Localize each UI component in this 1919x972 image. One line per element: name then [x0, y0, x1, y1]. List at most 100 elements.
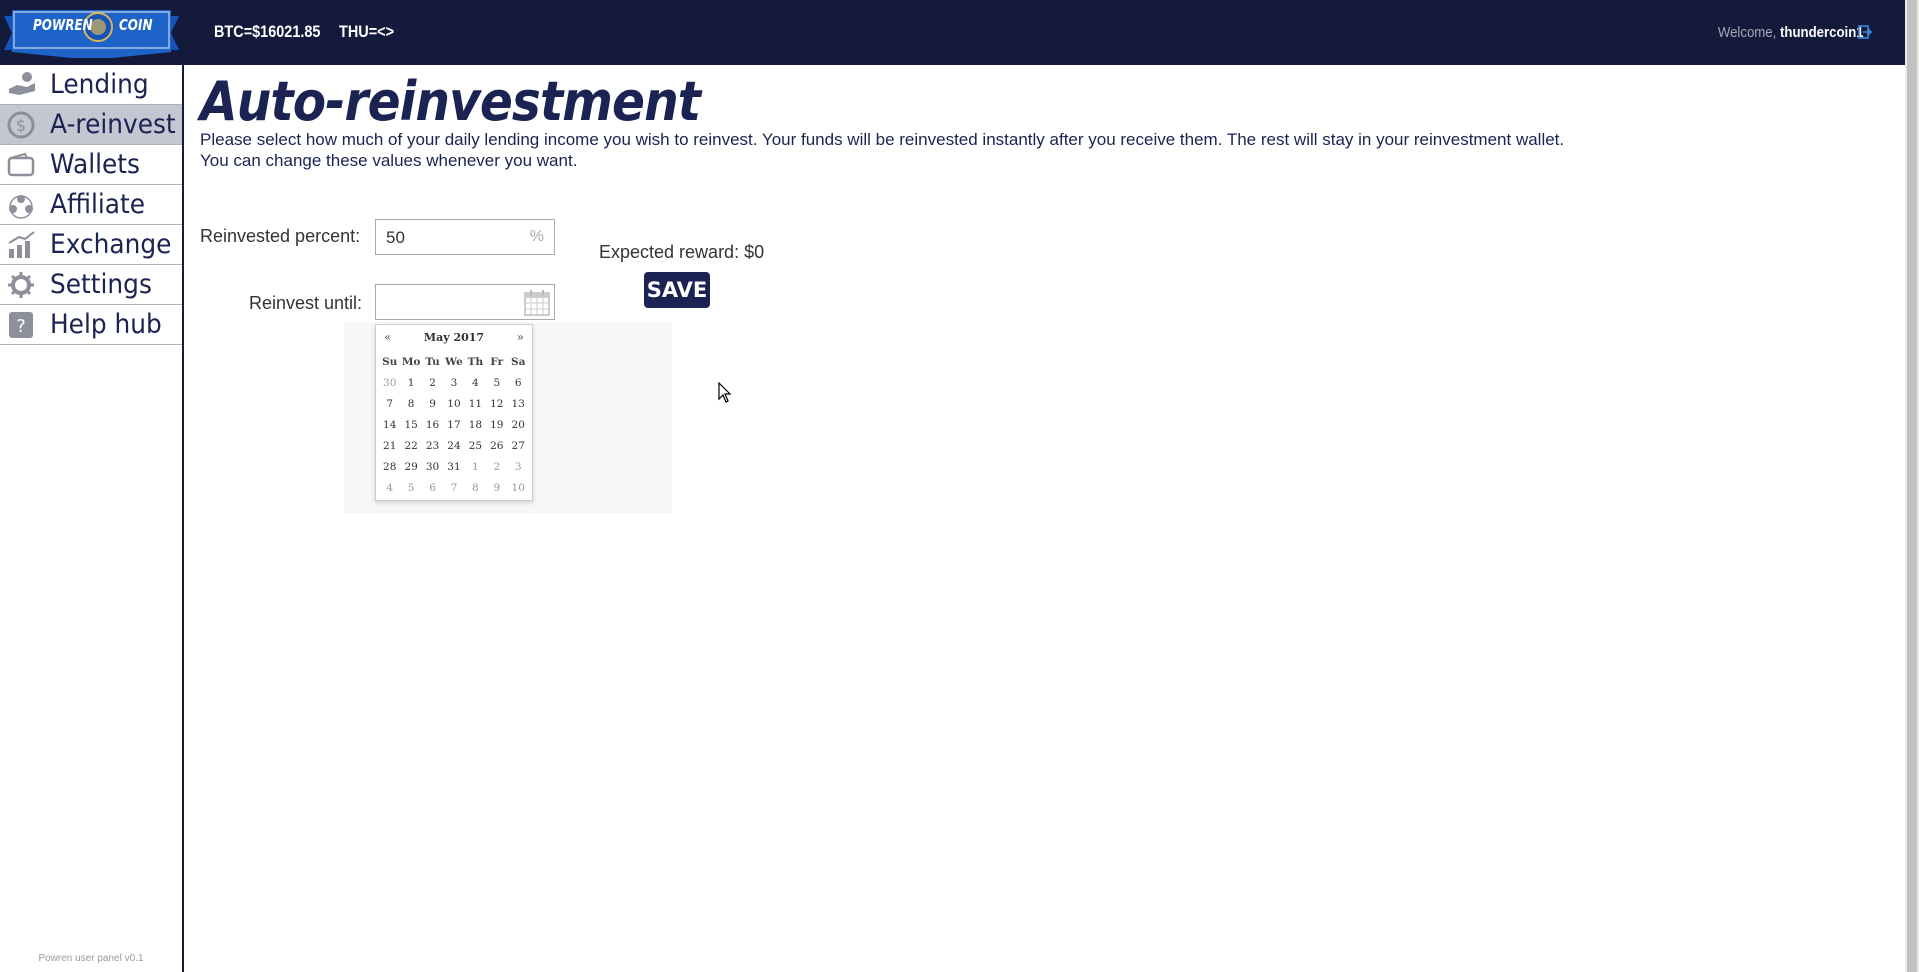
weekday-header: Sa — [511, 355, 526, 368]
datepicker-day[interactable]: 1 — [400, 377, 421, 389]
reinvest-until-date-input[interactable] — [375, 284, 555, 320]
datepicker-day[interactable]: 19 — [486, 419, 507, 431]
datepicker-day[interactable]: 25 — [465, 440, 486, 452]
datepicker-grid: Su Mo Tu We Th Fr Sa 30 1 2 3 4 5 6 7 8 9 10 11 12 13… — [379, 351, 529, 498]
datepicker-day[interactable]: 23 — [422, 440, 443, 452]
gear-icon — [7, 271, 35, 299]
datepicker-day[interactable]: 16 — [422, 419, 443, 431]
percent-symbol: % — [529, 228, 544, 245]
datepicker-day[interactable]: 22 — [400, 440, 421, 452]
datepicker-day[interactable]: 4 — [379, 482, 400, 494]
thu-ticker: THU=<> — [339, 22, 395, 41]
datepicker-day[interactable]: 17 — [443, 419, 464, 431]
description-line-2: You can change these values whenever you… — [200, 151, 578, 170]
sidebar-item-label: A-reinvest — [50, 109, 176, 140]
datepicker-day[interactable]: 13 — [508, 398, 529, 410]
sidebar-item-help-hub[interactable]: ? Help hub — [0, 305, 182, 345]
datepicker-day[interactable]: 14 — [379, 419, 400, 431]
datepicker-month-label[interactable]: May 2017 — [376, 331, 532, 344]
datepicker-day[interactable]: 8 — [465, 482, 486, 494]
datepicker-week-row: 7 8 9 10 11 12 13 — [379, 393, 529, 414]
datepicker-day[interactable]: 5 — [486, 377, 507, 389]
datepicker-week-row: 30 1 2 3 4 5 6 — [379, 372, 529, 393]
username: thundercoin1 — [1780, 24, 1864, 41]
datepicker-day[interactable]: 31 — [443, 461, 464, 473]
datepicker-day[interactable]: 21 — [379, 440, 400, 452]
version-label: Powren user panel v0.1 — [38, 953, 144, 964]
svg-text:$: $ — [16, 116, 26, 135]
datepicker-day[interactable]: 7 — [379, 398, 400, 410]
datepicker-day[interactable]: 8 — [400, 398, 421, 410]
datepicker-day[interactable]: 26 — [486, 440, 507, 452]
sidebar-item-lending[interactable]: Lending — [0, 65, 182, 105]
logout-icon[interactable] — [1858, 25, 1873, 39]
reinvest-until-label: Reinvest until: — [249, 293, 363, 313]
logo-text-right: COIN — [119, 16, 153, 34]
btc-ticker: BTC=$16021.85 — [214, 22, 321, 41]
datepicker-day[interactable]: 10 — [443, 398, 464, 410]
datepicker-day[interactable]: 6 — [422, 482, 443, 494]
datepicker-weekday-row: Su Mo Tu We Th Fr Sa — [379, 351, 529, 372]
weekday-header: Su — [382, 355, 398, 368]
sidebar-item-settings[interactable]: Settings — [0, 265, 182, 305]
weekday-header: Tu — [425, 355, 440, 368]
datepicker-header: « May 2017 » — [376, 330, 532, 346]
reinvested-percent-input[interactable]: 50 % — [375, 219, 555, 255]
page-scrollbar[interactable] — [1905, 0, 1919, 972]
expected-reward: Expected reward: $0 — [599, 242, 765, 262]
datepicker-next-button[interactable]: » — [517, 330, 524, 344]
reinvested-percent-label: Reinvested percent: — [200, 226, 361, 246]
save-button[interactable]: SAVE — [644, 272, 710, 308]
datepicker-day[interactable]: 7 — [443, 482, 464, 494]
wallet-icon — [7, 151, 35, 179]
sidebar-item-affiliate[interactable]: Affiliate — [0, 185, 182, 225]
datepicker-day[interactable]: 1 — [465, 461, 486, 473]
hand-coin-icon — [7, 71, 35, 99]
datepicker-day[interactable]: 3 — [443, 377, 464, 389]
datepicker-day[interactable]: 15 — [400, 419, 421, 431]
chart-up-icon — [7, 231, 35, 259]
datepicker-day[interactable]: 2 — [422, 377, 443, 389]
question-icon: ? — [7, 311, 35, 339]
powren-coin-logo[interactable]: POWREN COIN — [4, 8, 179, 58]
page-title: Auto-reinvestment — [200, 70, 701, 133]
welcome-prefix: Welcome, — [1718, 24, 1777, 41]
datepicker-day[interactable]: 30 — [379, 377, 400, 389]
sidebar-item-label: Lending — [50, 69, 149, 100]
datepicker-day[interactable]: 27 — [508, 440, 529, 452]
calendar-icon[interactable] — [524, 290, 550, 316]
sidebar-item-label: Wallets — [50, 149, 140, 180]
datepicker-day[interactable]: 3 — [508, 461, 529, 473]
datepicker-week-row: 14 15 16 17 18 19 20 — [379, 414, 529, 435]
datepicker-day[interactable]: 9 — [486, 482, 507, 494]
scrollbar-thumb[interactable] — [1907, 0, 1917, 972]
datepicker-day[interactable]: 18 — [465, 419, 486, 431]
datepicker-week-row: 4 5 6 7 8 9 10 — [379, 477, 529, 498]
datepicker-day[interactable]: 9 — [422, 398, 443, 410]
datepicker-day[interactable]: 2 — [486, 461, 507, 473]
datepicker-day[interactable]: 20 — [508, 419, 529, 431]
datepicker-week-row: 21 22 23 24 25 26 27 — [379, 435, 529, 456]
weekday-header: We — [445, 355, 463, 368]
weekday-header: Fr — [490, 355, 504, 368]
weekday-header: Th — [467, 355, 484, 368]
datepicker-day[interactable]: 12 — [486, 398, 507, 410]
sidebar-item-wallets[interactable]: Wallets — [0, 145, 182, 185]
sidebar-nav: Lending $ A-reinvest Wallets Affiliate E… — [0, 65, 184, 972]
sidebar-item-label: Settings — [50, 269, 152, 300]
sidebar-item-a-reinvest[interactable]: $ A-reinvest — [0, 105, 182, 145]
datepicker-day[interactable]: 4 — [465, 377, 486, 389]
datepicker-day[interactable]: 5 — [400, 482, 421, 494]
datepicker-day[interactable]: 28 — [379, 461, 400, 473]
datepicker-day[interactable]: 10 — [508, 482, 529, 494]
datepicker-day[interactable]: 29 — [400, 461, 421, 473]
datepicker-day[interactable]: 30 — [422, 461, 443, 473]
datepicker-day[interactable]: 11 — [465, 398, 486, 410]
page-description: Please select how much of your daily len… — [200, 129, 1670, 171]
datepicker-day[interactable]: 24 — [443, 440, 464, 452]
datepicker-day[interactable]: 6 — [508, 377, 529, 389]
sidebar-item-exchange[interactable]: Exchange — [0, 225, 182, 265]
weekday-header: Mo — [401, 355, 421, 368]
svg-text:?: ? — [16, 316, 26, 337]
datepicker-popup: « May 2017 » Su Mo Tu We Th Fr Sa 30 1 2 3 4… — [375, 324, 533, 501]
